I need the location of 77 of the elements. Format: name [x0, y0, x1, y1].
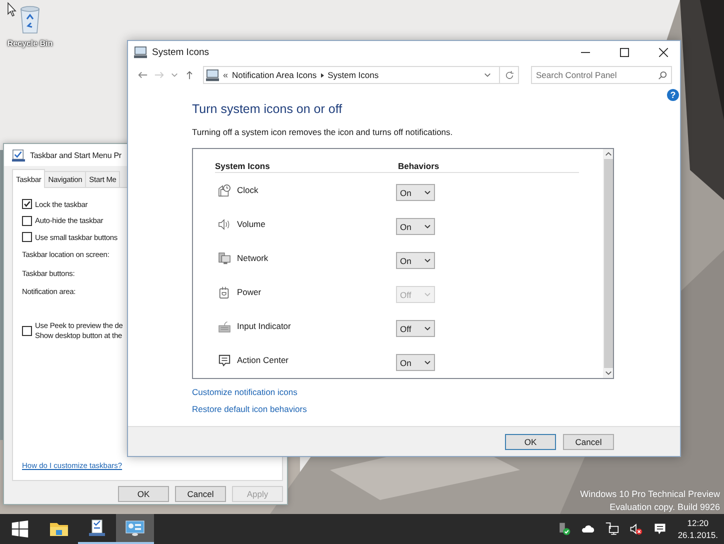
power-icon — [218, 286, 231, 298]
watermark-text: Windows 10 Pro Technical Preview — [580, 488, 720, 501]
system-icon-name: Clock — [237, 185, 258, 195]
system-icon-name: Power — [237, 287, 262, 297]
overflow-chevron[interactable]: « — [223, 70, 228, 80]
scroll-down-icon[interactable] — [604, 370, 612, 376]
maximize-icon[interactable] — [620, 48, 628, 56]
network-icon[interactable] — [604, 522, 619, 536]
windows-logo-icon[interactable] — [11, 520, 29, 538]
column-header: System Icons — [215, 161, 271, 171]
checklist-icon — [12, 148, 25, 162]
computer-icon — [206, 68, 219, 82]
refresh-icon[interactable] — [504, 70, 514, 80]
window-title: System Icons — [152, 46, 210, 58]
computer-icon — [134, 46, 147, 58]
caret-icon — [424, 360, 431, 365]
window-title: Taskbar and Start Menu Pr — [30, 150, 122, 160]
folder-icon — [49, 520, 69, 538]
system-icon-name: Input Indicator — [237, 321, 291, 331]
message-icon[interactable] — [652, 522, 667, 536]
caret-icon — [424, 190, 431, 195]
caret-icon — [424, 326, 431, 331]
system-icon-name: Action Center — [237, 355, 288, 365]
checkbox[interactable] — [22, 216, 32, 226]
behavior-dropdown[interactable]: On — [396, 354, 435, 371]
watermark-text: Evaluation copy. Build 9926 — [610, 501, 720, 514]
chevron-down-icon[interactable] — [484, 72, 491, 78]
column-header: Behaviors — [398, 161, 440, 171]
behavior-dropdown[interactable]: Off — [396, 320, 435, 337]
input-icon — [218, 320, 231, 332]
help-button[interactable]: ? — [667, 89, 679, 101]
scrollbar[interactable] — [603, 149, 613, 378]
checklist-icon — [87, 519, 107, 537]
behavior-dropdown[interactable]: On — [396, 252, 435, 269]
desktop-icon-label[interactable]: Recycle Bin — [7, 39, 53, 48]
clock-icon — [218, 184, 231, 196]
cursor-icon — [7, 2, 17, 17]
security-icon[interactable] — [556, 522, 571, 536]
description-text: Turning off a system icon removes the icon and turns off notifications. — [192, 126, 454, 138]
clock-date[interactable]: 26.1.2015. — [678, 529, 718, 541]
close-icon[interactable] — [658, 48, 668, 56]
search-field[interactable]: Search Control Panel — [531, 66, 672, 84]
control-panel-icon — [125, 519, 145, 537]
breadcrumb-separator-icon[interactable] — [320, 72, 324, 78]
taskbar-app-button[interactable] — [116, 514, 154, 544]
scroll-up-icon[interactable] — [604, 151, 612, 157]
caret-icon — [424, 258, 431, 263]
address-bar[interactable]: « Notification Area Icons System Icons — [203, 66, 519, 84]
caret-icon — [424, 292, 431, 297]
page-heading: Turn system icons on or off — [192, 101, 344, 117]
dialog-button[interactable]: Cancel — [563, 434, 614, 450]
dialog-button[interactable]: Cancel — [175, 486, 226, 502]
clock-time[interactable]: 12:20 — [687, 517, 709, 529]
checkbox[interactable] — [22, 199, 32, 210]
muted-speaker-icon[interactable] — [628, 522, 643, 536]
recycle-bin-icon[interactable] — [18, 4, 42, 34]
caret-icon — [424, 224, 431, 229]
task-link[interactable]: Customize notification icons — [192, 387, 680, 397]
breadcrumb[interactable]: Notification Area Icons — [232, 70, 317, 80]
dialog-button[interactable]: OK — [505, 434, 556, 450]
action-center-icon — [218, 354, 231, 366]
scroll-thumb[interactable] — [604, 159, 612, 368]
volume-icon — [218, 218, 231, 230]
behavior-dropdown[interactable]: On — [396, 184, 435, 201]
system-icon-name: Network — [237, 253, 268, 263]
checkbox[interactable] — [22, 232, 32, 242]
system-icon-name: Volume — [237, 219, 266, 229]
dialog-button[interactable]: OK — [118, 486, 169, 502]
checkbox[interactable] — [22, 326, 32, 336]
behavior-dropdown[interactable]: On — [396, 218, 435, 235]
search-icon[interactable] — [658, 70, 667, 80]
network-icon — [218, 252, 231, 264]
breadcrumb[interactable]: System Icons — [328, 70, 379, 80]
up-arrow-icon[interactable] — [184, 70, 195, 80]
chevron-down-icon[interactable] — [171, 72, 178, 78]
back-arrow-icon[interactable] — [137, 70, 148, 80]
task-link[interactable]: Restore default icon behaviors — [192, 404, 680, 414]
